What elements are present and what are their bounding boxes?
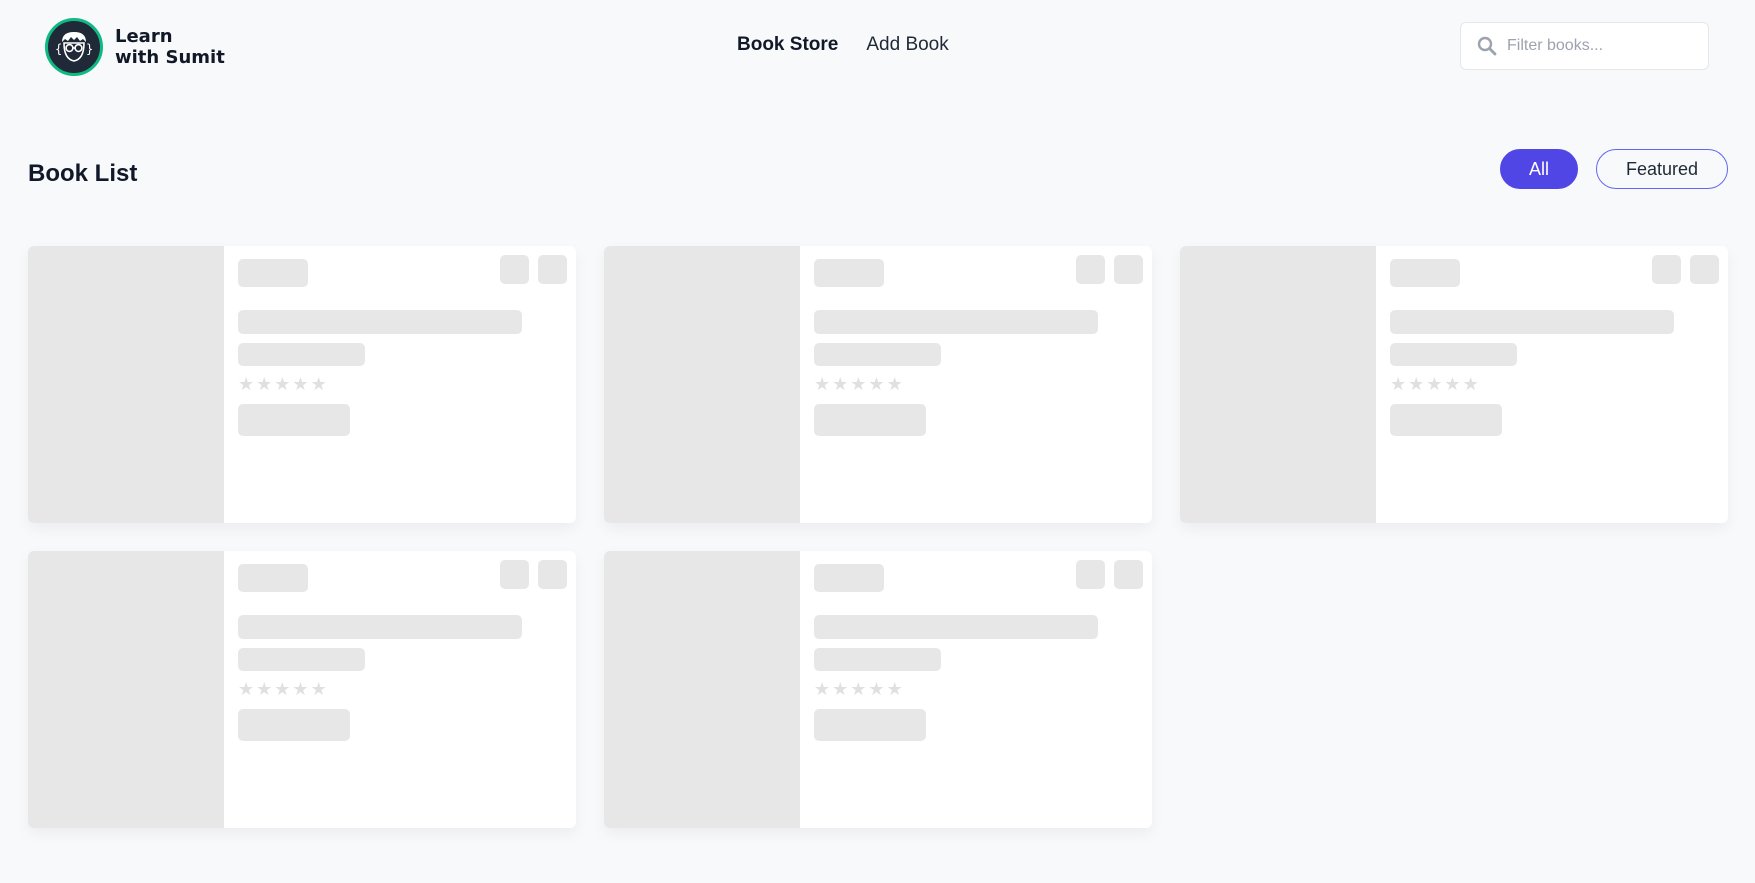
- edit-action-placeholder: [1652, 255, 1681, 284]
- price-placeholder: [238, 404, 350, 436]
- delete-action-placeholder: [1114, 255, 1143, 284]
- star-icon: ★: [814, 679, 831, 700]
- star-icon: ★: [1408, 374, 1425, 395]
- avatar-logo-icon: { }: [45, 18, 103, 76]
- star-icon: ★: [832, 679, 849, 700]
- brand-name: Learn with Sumit: [115, 26, 225, 68]
- svg-text:{: {: [55, 42, 62, 56]
- book-cover-placeholder: [604, 246, 800, 523]
- tag-placeholder: [238, 259, 308, 287]
- star-icon: ★: [292, 374, 309, 395]
- title-placeholder: [814, 310, 1098, 334]
- tag-placeholder: [1390, 259, 1460, 287]
- author-placeholder: [814, 343, 941, 366]
- brand-line-2: with Sumit: [115, 47, 225, 68]
- author-placeholder: [1390, 343, 1517, 366]
- author-placeholder: [814, 648, 941, 671]
- book-cover-placeholder: [28, 551, 224, 828]
- book-card-skeleton: ★ ★ ★ ★ ★: [604, 246, 1152, 523]
- edit-action-placeholder: [1076, 255, 1105, 284]
- star-icon: ★: [310, 679, 327, 700]
- star-icon: ★: [814, 374, 831, 395]
- star-icon: ★: [238, 679, 255, 700]
- nav-link-add-book[interactable]: Add Book: [866, 34, 948, 56]
- star-icon: ★: [1426, 374, 1443, 395]
- edit-action-placeholder: [500, 560, 529, 589]
- rating-stars: ★ ★ ★ ★ ★: [814, 375, 903, 395]
- star-icon: ★: [292, 679, 309, 700]
- edit-action-placeholder: [1076, 560, 1105, 589]
- book-card-skeleton: ★ ★ ★ ★ ★: [28, 551, 576, 828]
- star-icon: ★: [1444, 374, 1461, 395]
- price-placeholder: [814, 709, 926, 741]
- search-box: [1460, 22, 1709, 70]
- star-icon: ★: [868, 679, 885, 700]
- price-placeholder: [814, 404, 926, 436]
- delete-action-placeholder: [1690, 255, 1719, 284]
- nav-link-book-store[interactable]: Book Store: [737, 34, 838, 56]
- book-card-skeleton: ★ ★ ★ ★ ★: [1180, 246, 1728, 523]
- star-icon: ★: [310, 374, 327, 395]
- main-nav: Book Store Add Book: [737, 34, 949, 56]
- brand-logo-link[interactable]: { } Learn with Sumit: [45, 18, 225, 76]
- book-card-skeleton: ★ ★ ★ ★ ★: [28, 246, 576, 523]
- star-icon: ★: [886, 679, 903, 700]
- delete-action-placeholder: [538, 560, 567, 589]
- search-icon: [1477, 36, 1497, 56]
- rating-stars: ★ ★ ★ ★ ★: [238, 375, 327, 395]
- book-cover-placeholder: [28, 246, 224, 523]
- star-icon: ★: [256, 679, 273, 700]
- author-placeholder: [238, 343, 365, 366]
- star-icon: ★: [1462, 374, 1479, 395]
- rating-stars: ★ ★ ★ ★ ★: [814, 680, 903, 700]
- star-icon: ★: [274, 679, 291, 700]
- price-placeholder: [238, 709, 350, 741]
- title-placeholder: [238, 310, 522, 334]
- page-title: Book List: [28, 160, 138, 187]
- star-icon: ★: [1390, 374, 1407, 395]
- star-icon: ★: [274, 374, 291, 395]
- star-icon: ★: [256, 374, 273, 395]
- rating-stars: ★ ★ ★ ★ ★: [1390, 375, 1479, 395]
- tag-placeholder: [814, 259, 884, 287]
- star-icon: ★: [832, 374, 849, 395]
- tag-placeholder: [814, 564, 884, 592]
- svg-text:}: }: [86, 42, 93, 56]
- author-placeholder: [238, 648, 365, 671]
- filter-group: All Featured: [1500, 149, 1728, 189]
- tag-placeholder: [238, 564, 308, 592]
- book-card-skeleton: ★ ★ ★ ★ ★: [604, 551, 1152, 828]
- star-icon: ★: [886, 374, 903, 395]
- book-cover-placeholder: [1180, 246, 1376, 523]
- delete-action-placeholder: [538, 255, 567, 284]
- search-input[interactable]: [1507, 37, 1697, 55]
- title-placeholder: [238, 615, 522, 639]
- rating-stars: ★ ★ ★ ★ ★: [238, 680, 327, 700]
- price-placeholder: [1390, 404, 1502, 436]
- title-placeholder: [814, 615, 1098, 639]
- star-icon: ★: [850, 679, 867, 700]
- title-placeholder: [1390, 310, 1674, 334]
- book-cover-placeholder: [604, 551, 800, 828]
- edit-action-placeholder: [500, 255, 529, 284]
- star-icon: ★: [868, 374, 885, 395]
- star-icon: ★: [850, 374, 867, 395]
- delete-action-placeholder: [1114, 560, 1143, 589]
- book-grid: ★ ★ ★ ★ ★ ★ ★ ★ ★ ★ ★ ★ ★ ★ ★ ★ ★ ★ ★ ★ …: [28, 246, 1728, 828]
- filter-all-button[interactable]: All: [1500, 149, 1578, 189]
- star-icon: ★: [238, 374, 255, 395]
- navbar: { } Learn with Sumit Book Store Add Book: [0, 0, 1755, 92]
- brand-line-1: Learn: [115, 26, 173, 47]
- filter-featured-button[interactable]: Featured: [1596, 149, 1728, 189]
